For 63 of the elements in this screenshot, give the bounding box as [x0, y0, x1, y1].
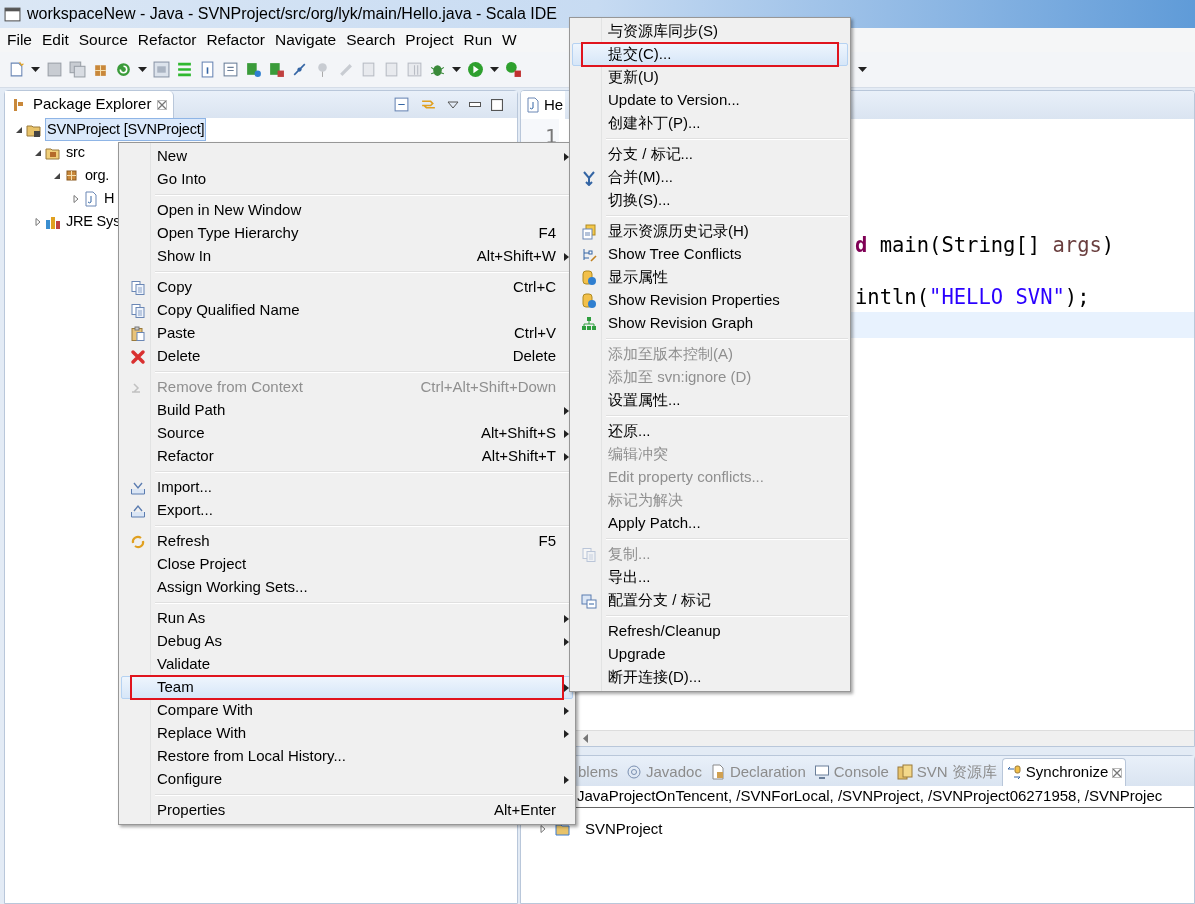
menu-item[interactable]: Import...	[121, 476, 573, 499]
menu-item[interactable]: 与资源库同步(S)	[572, 20, 848, 43]
window-title: workspaceNew - Java - SVNProject/src/org/lyk/main/Hello.java - Scala IDE	[27, 4, 557, 24]
tree-item[interactable]: org.	[83, 163, 112, 188]
editor-tab[interactable]: He	[521, 91, 566, 119]
menu-bar-item[interactable]: Search	[341, 28, 401, 52]
menu-bar-item[interactable]: Run	[458, 28, 497, 52]
menu-item[interactable]: 分支 / 标记...	[572, 143, 848, 166]
view-tab[interactable]: Package Explorer	[5, 91, 175, 118]
menu-item[interactable]: Compare With	[121, 699, 573, 722]
menu-item[interactable]: Open in New Window	[121, 199, 573, 222]
menu-item[interactable]: 设置属性...	[572, 389, 848, 412]
menu-item[interactable]: Update to Version...	[572, 89, 848, 112]
menu-item[interactable]: Refresh F5	[121, 530, 573, 553]
code-line: intln("HELLO SVN");	[855, 283, 1090, 311]
menu-item[interactable]: Run As	[121, 607, 573, 630]
menu-item[interactable]: 导出...	[572, 566, 848, 589]
tree-item[interactable]: H	[102, 186, 117, 211]
menu-item[interactable]: 显示资源历史记录(H)	[572, 220, 848, 243]
menu-item[interactable]: 断开连接(D)...	[572, 666, 848, 689]
menu-item[interactable]: Upgrade	[572, 643, 848, 666]
menu-item[interactable]: Close Project	[121, 553, 573, 576]
menu-item[interactable]: Go Into	[121, 168, 573, 191]
menu-item[interactable]: Build Path	[121, 399, 573, 422]
menu-item[interactable]: Refresh/Cleanup	[572, 620, 848, 643]
menu-bar-item[interactable]: Navigate	[270, 28, 342, 52]
menu-item[interactable]: Validate	[121, 653, 573, 676]
menu-item[interactable]: Show In Alt+Shift+W	[121, 245, 573, 268]
menu-bar-item[interactable]: Refactor	[201, 28, 270, 52]
menu-bar-item[interactable]: Source	[73, 28, 133, 52]
menu-item[interactable]: Show Revision Graph	[572, 312, 848, 335]
menu-item[interactable]: Assign Working Sets...	[121, 576, 573, 599]
code-line: d main(String[] args)	[855, 231, 1115, 259]
tree-item[interactable]: SVNProject [SVNProject]	[45, 117, 207, 142]
menu-item[interactable]: 配置分支 / 标记	[572, 589, 848, 612]
menu-item[interactable]: 提交(C)...	[572, 43, 848, 66]
menu-item[interactable]: Show Revision Properties	[572, 289, 848, 312]
menu-item[interactable]: Open Type Hierarchy F4	[121, 222, 573, 245]
tree-item[interactable]: src	[64, 140, 87, 165]
menu-bar-item[interactable]: Edit	[37, 28, 74, 52]
menu-bar-item[interactable]: File	[2, 28, 37, 52]
menu-item[interactable]: 显示属性	[572, 266, 848, 289]
menu-item[interactable]: 还原...	[572, 420, 848, 443]
menu-item[interactable]: Replace With	[121, 722, 573, 745]
menu-item[interactable]: Source Alt+Shift+S	[121, 422, 573, 445]
view-tab[interactable]: Synchronize	[1001, 758, 1127, 786]
menu-item[interactable]: New	[121, 145, 573, 168]
menu-item[interactable]: Apply Patch...	[572, 512, 848, 535]
menu-item[interactable]: 更新(U)	[572, 66, 848, 89]
menu-item[interactable]: 切换(S)...	[572, 189, 848, 212]
menu-bar-item[interactable]: W	[497, 28, 522, 52]
menu-item[interactable]: Debug As	[121, 630, 573, 653]
tree-item[interactable]: SVNProject	[579, 817, 663, 841]
menu-item[interactable]: Delete Delete	[121, 345, 573, 368]
menu-bar-item[interactable]: Project	[400, 28, 459, 52]
menu-item[interactable]: 创建补丁(P)...	[572, 112, 848, 135]
menu-bar-item[interactable]: Refactor	[132, 28, 202, 52]
menu-item[interactable]: Team	[121, 676, 573, 699]
menu-item[interactable]: Show Tree Conflicts	[572, 243, 848, 266]
menu-item[interactable]: Restore from Local History...	[121, 745, 573, 768]
menu-item[interactable]: 合并(M)...	[572, 166, 848, 189]
menu-item[interactable]: Export...	[121, 499, 573, 522]
menu-item[interactable]: Refactor Alt+Shift+T	[121, 445, 573, 468]
